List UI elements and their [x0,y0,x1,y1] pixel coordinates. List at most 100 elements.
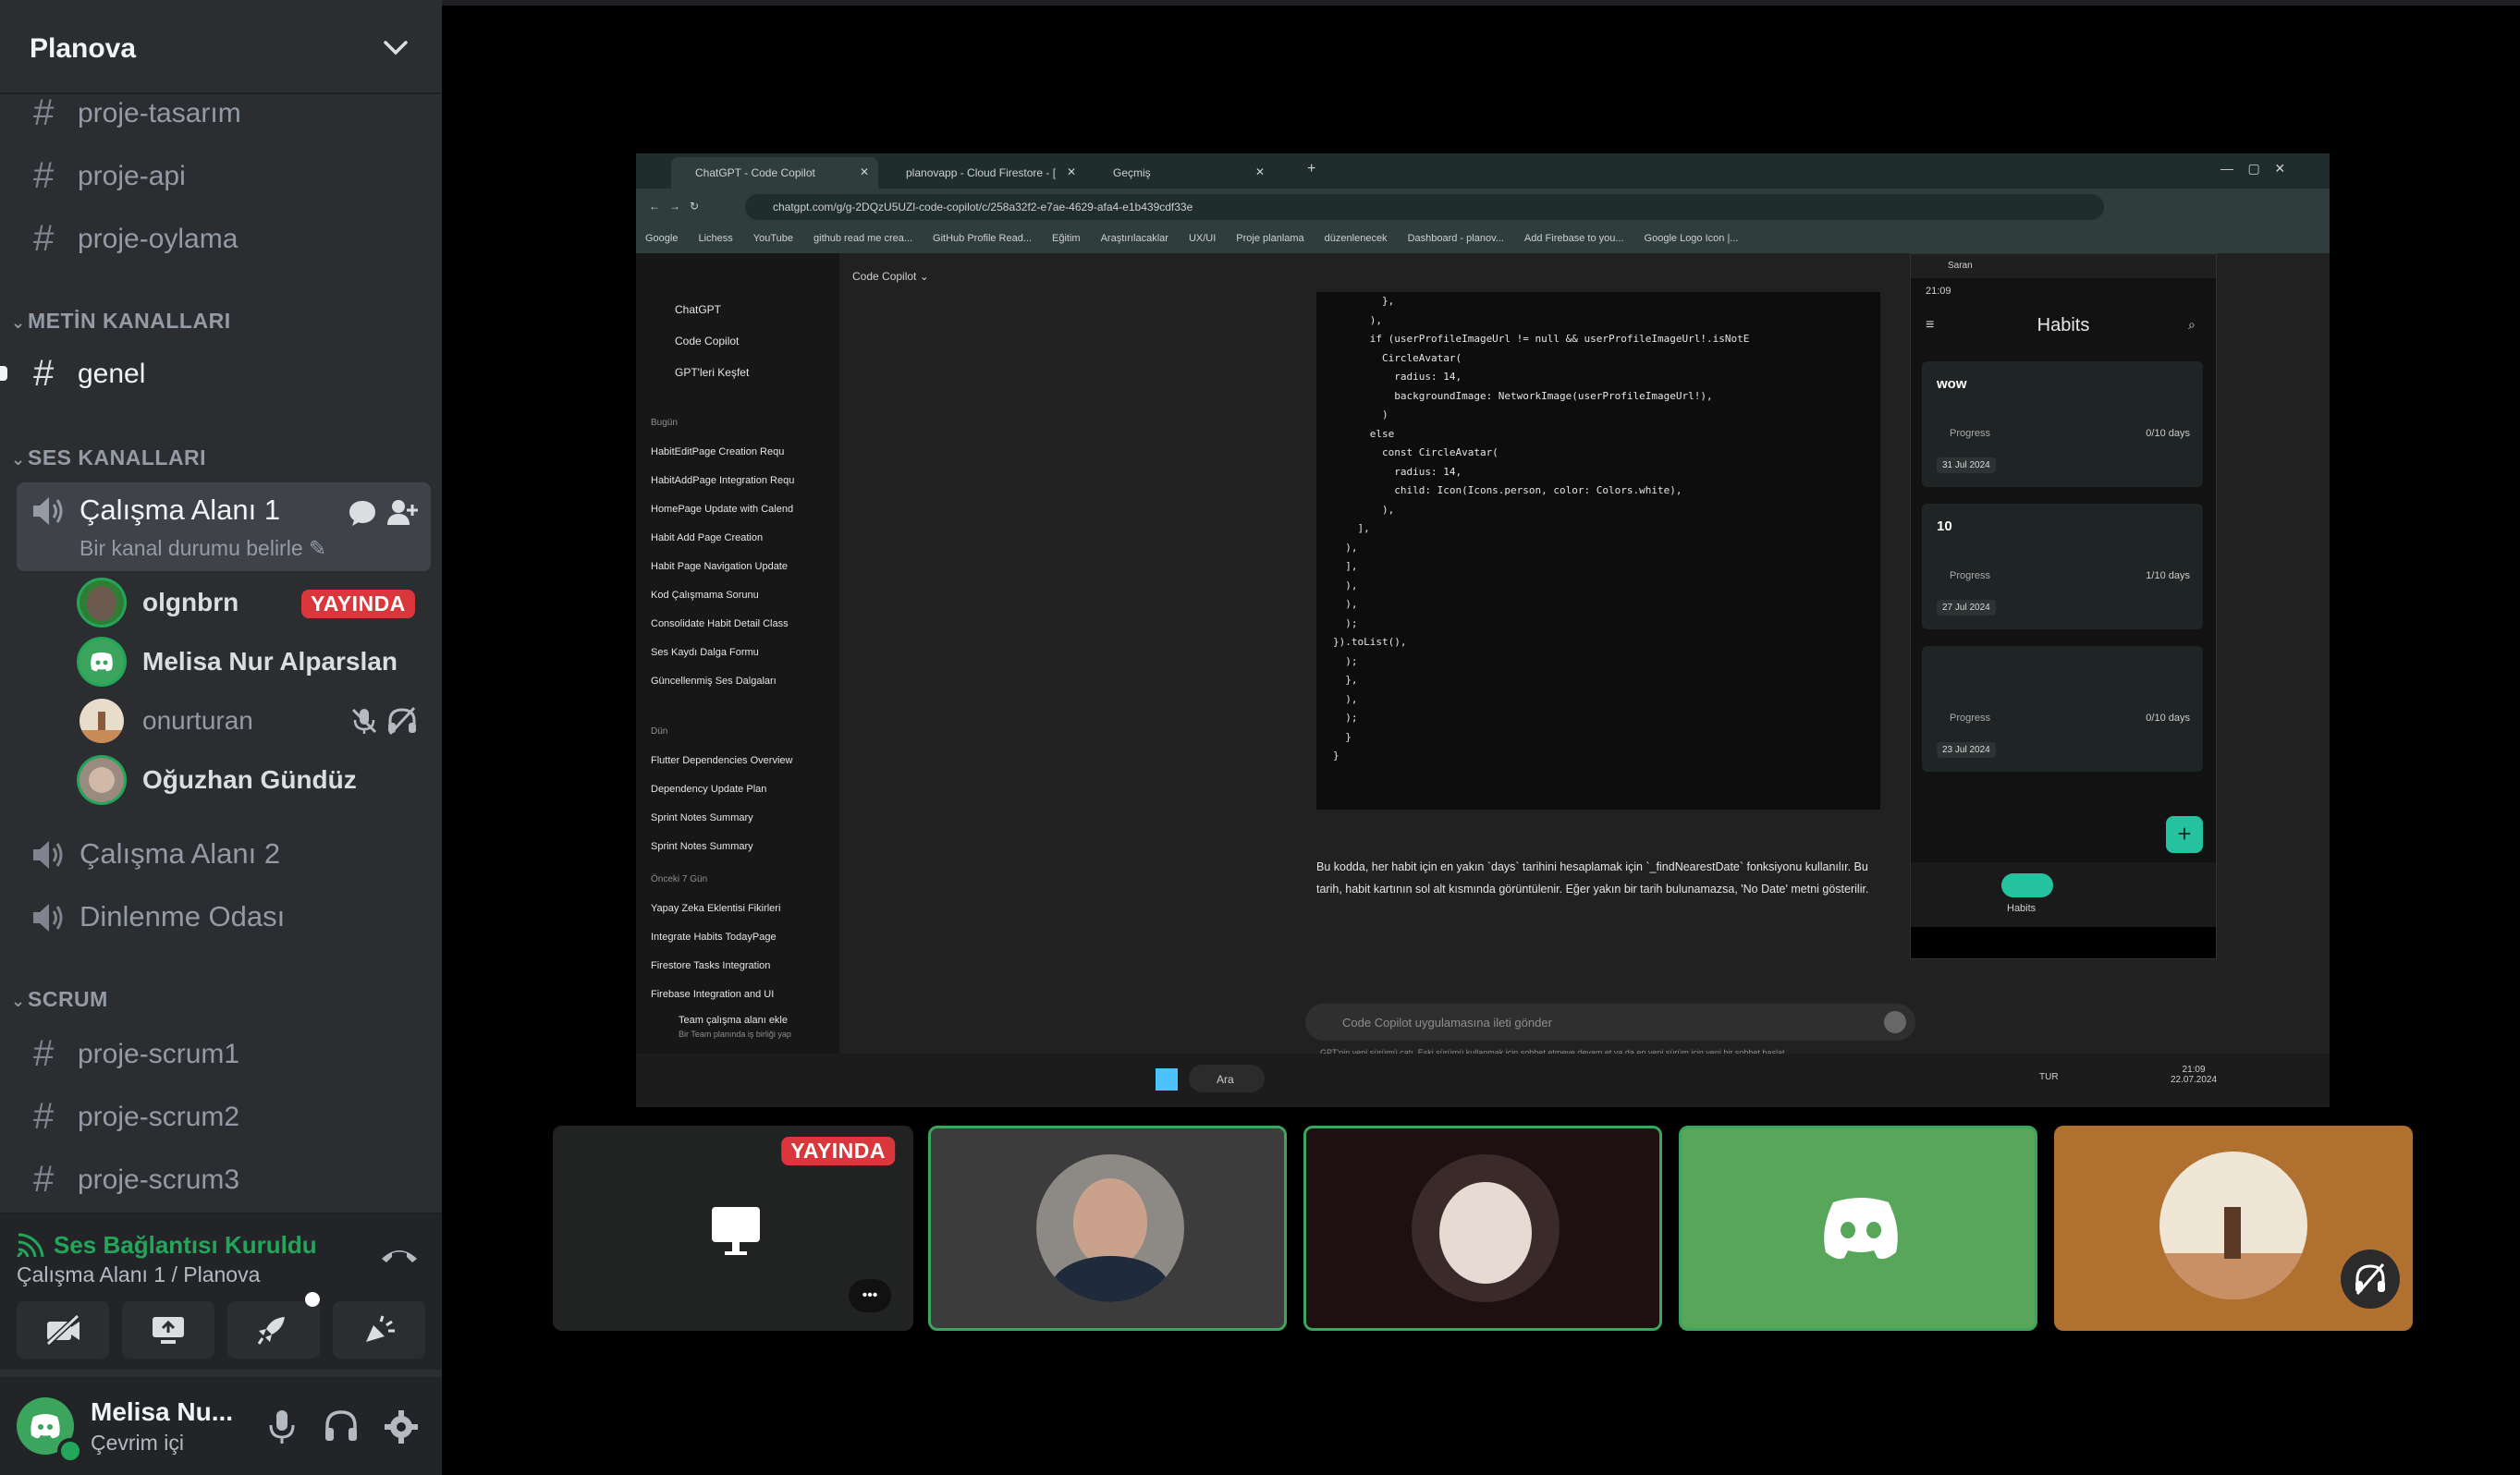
history-item[interactable]: HomePage Update with Calend [651,495,794,524]
shared-screen[interactable]: ChatGPT - Code Copilot ✕ planovapp - Clou… [636,153,2330,1107]
tab-gecmis[interactable]: Geçmiş ✕ [1089,157,1274,189]
close-icon[interactable]: ✕ [1255,165,1265,178]
bookmark[interactable]: Google Logo Icon |... [1645,233,1739,244]
participant-tile-olgnbrn[interactable] [928,1126,1287,1331]
participant-tile-oguzhan[interactable] [1303,1126,1662,1331]
history-item[interactable]: Yapay Zeka Eklentisi Fikirleri [651,895,780,923]
voice-member[interactable]: onurturan [80,693,431,747]
voice-member[interactable]: Melisa Nur Alparslan [80,634,431,688]
habit-card[interactable]: Progress 0/10 days 23 Jul 2024 [1922,646,2203,772]
user-name[interactable]: Melisa Nu... [91,1397,233,1427]
windows-start-icon[interactable] [1156,1068,1178,1091]
taskbar-search[interactable]: Ara [1189,1065,1265,1092]
voice-member[interactable]: olgnbrn YAYINDA [80,575,431,628]
close-icon[interactable]: ✕ [860,165,869,178]
channel-proje-scrum3[interactable]: # proje-scrum3 [17,1152,431,1207]
tab-firestore[interactable]: planovapp - Cloud Firestore - [✕ [882,157,1085,189]
bookmark[interactable]: Proje planlama [1236,233,1303,244]
participant-tile-stream[interactable]: YAYINDA ••• [553,1126,913,1331]
gpt-menu-item[interactable]: Code Copilot [675,325,749,357]
bookmark[interactable]: github read me crea... [813,233,912,244]
voice-connection-subtitle[interactable]: Çalışma Alanı 1 / Planova [17,1262,260,1287]
server-header[interactable]: Planova [0,6,442,94]
team-upsell[interactable]: Team çalışma alanı ekle Bir Team planınd… [636,1006,839,1054]
channel-status[interactable]: Bir kanal durumu belirle ✎ [80,536,326,561]
bookmark[interactable]: Lichess [698,233,732,244]
screen-share-button[interactable] [122,1301,214,1359]
headphones-icon[interactable] [324,1408,359,1444]
taskbar-lang[interactable]: TUR [2039,1072,2059,1082]
soundboard-button[interactable] [333,1301,425,1359]
bookmark[interactable]: Google [645,233,678,244]
settings-gear-icon[interactable] [383,1408,420,1445]
url-field[interactable]: chatgpt.com/g/g-2DQzU5UZl-code-copilot/c… [745,194,2104,220]
new-tab-icon[interactable]: + [1307,161,1315,177]
add-member-icon[interactable] [386,497,418,527]
search-icon[interactable]: ⌕ [2188,317,2196,333]
voice-connection-title[interactable]: Ses Bağlantısı Kuruldu [54,1231,317,1260]
history-item[interactable]: Sprint Notes Summary [651,804,792,833]
history-item[interactable]: Habit Page Navigation Update [651,553,794,581]
taskbar-clock[interactable]: 21:09 22.07.2024 [2171,1065,2217,1085]
bookmark[interactable]: Add Firebase to you... [1524,233,1624,244]
activities-button[interactable] [227,1292,320,1359]
category-metin-kanallari[interactable]: ⌄ METİN KANALLARI [11,309,231,334]
bookmark[interactable]: YouTube [753,233,793,244]
history-item[interactable]: Sprint Notes Summary [651,833,792,861]
channel-genel[interactable]: # genel [17,346,431,401]
camera-off-button[interactable] [17,1301,109,1359]
habit-card[interactable]: 10 Progress 1/10 days 27 Jul 2024 [1922,504,2203,629]
bookmark[interactable]: Eğitim [1052,233,1081,244]
menu-icon[interactable]: ≡ [1926,317,1934,334]
bookmark[interactable]: UX/UI [1189,233,1216,244]
channel-proje-scrum2[interactable]: # proje-scrum2 [17,1089,431,1144]
user-avatar[interactable] [17,1397,83,1464]
participant-tile-melisa[interactable] [1679,1126,2037,1331]
close-icon[interactable]: ✕ [1067,165,1076,178]
history-item[interactable]: HabitAddPage Integration Requ [651,467,794,495]
voice-channel-calisma-alani-2[interactable]: Çalışma Alanı 2 [17,826,431,882]
message-input[interactable]: Code Copilot uygulamasına ileti gönder [1305,1004,1915,1041]
signal-icon[interactable] [17,1231,46,1259]
voice-channel-dinlenme-odasi[interactable]: Dinlenme Odası [17,889,431,945]
history-item[interactable]: Integrate Habits TodayPage [651,923,780,952]
bookmark[interactable]: Dashboard - planov... [1408,233,1504,244]
habit-card[interactable]: wow Progress 0/10 days 31 Jul 2024 [1922,361,2203,487]
channel-proje-api[interactable]: # proje-api [17,148,431,203]
tab-chatgpt[interactable]: ChatGPT - Code Copilot ✕ [671,157,878,189]
bookmark[interactable]: Araştırılacaklar [1101,233,1168,244]
history-item[interactable]: Habit Add Page Creation [651,524,794,553]
microphone-icon[interactable] [266,1408,298,1445]
voice-channel-calisma-alani-1[interactable]: Çalışma Alanı 1 Bir kanal durumu belirle… [17,482,431,571]
today-history: HabitEditPage Creation Requ HabitAddPage… [651,438,794,696]
nav-buttons[interactable]: ← → ↻ [649,200,699,213]
channel-proje-oylama[interactable]: # proje-oylama [17,211,431,266]
nav-habits-active[interactable] [2001,873,2053,897]
channel-proje-tasarim[interactable]: # proje-tasarım [17,85,431,140]
history-item[interactable]: Consolidate Habit Detail Class [651,610,794,639]
history-item[interactable]: HabitEditPage Creation Requ [651,438,794,467]
voice-member[interactable]: Oğuzhan Gündüz [80,752,431,806]
channel-proje-scrum1[interactable]: # proje-scrum1 [17,1026,431,1081]
history-item[interactable]: Dependency Update Plan [651,775,792,804]
participant-tile-onurturan[interactable] [2054,1126,2413,1331]
category-scrum[interactable]: ⌄ SCRUM [11,987,108,1012]
gpt-menu-item[interactable]: GPT'leri Keşfet [675,357,749,388]
window-controls[interactable]: — ▢ ✕ [2220,161,2285,177]
chat-bubble-icon[interactable] [348,499,377,527]
model-selector[interactable]: Code Copilot ⌄ [852,270,929,283]
history-item[interactable]: Flutter Dependencies Overview [651,747,792,775]
disconnect-icon[interactable] [379,1242,420,1266]
history-item[interactable]: Güncellenmiş Ses Dalgaları [651,667,794,696]
send-button[interactable] [1884,1011,1906,1033]
more-options-button[interactable]: ••• [849,1279,891,1312]
history-item[interactable]: Ses Kaydı Dalga Formu [651,639,794,667]
speaker-icon [33,904,63,932]
gpt-menu-item[interactable]: ChatGPT [675,294,749,325]
bookmark[interactable]: düzenlenecek [1325,233,1388,244]
category-ses-kanallari[interactable]: ⌄ SES KANALLARI [11,445,206,470]
history-item[interactable]: Kod Çalışmama Sorunu [651,581,794,610]
add-habit-button[interactable]: + [2166,816,2203,853]
bookmark[interactable]: GitHub Profile Read... [933,233,1032,244]
history-item[interactable]: Firestore Tasks Integration [651,952,780,981]
